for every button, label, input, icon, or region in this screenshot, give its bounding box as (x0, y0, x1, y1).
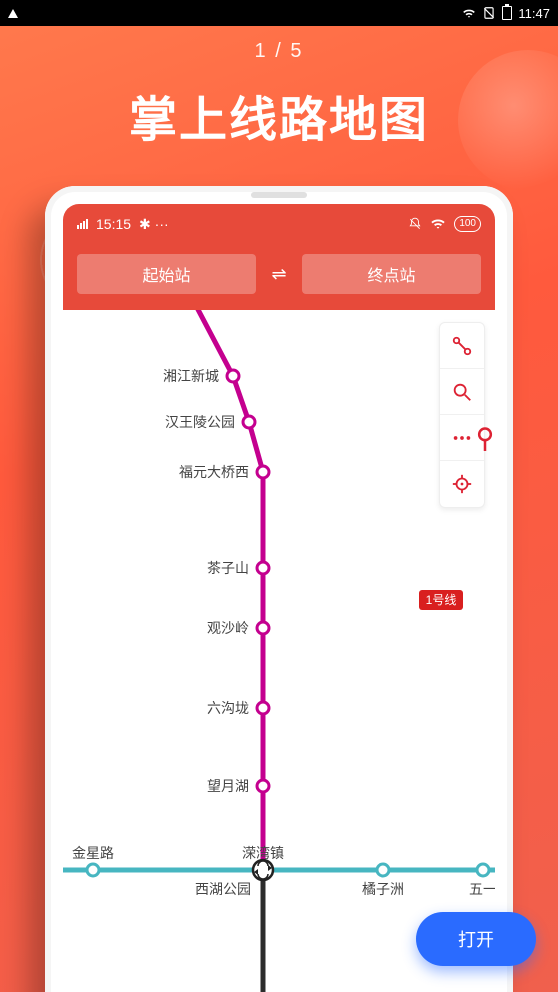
battery-level: 100 (454, 216, 481, 232)
status-extra: ✱ ··· (139, 216, 169, 233)
debug-icon (8, 9, 18, 18)
svg-text:金星路: 金星路 (72, 845, 114, 861)
station[interactable]: 汉王陵公园 (165, 414, 255, 430)
svg-text:望月湖: 望月湖 (207, 778, 249, 794)
station[interactable]: 福元大桥西 (179, 464, 269, 480)
wifi-icon (430, 218, 446, 230)
locate-tool[interactable] (440, 461, 484, 507)
station[interactable]: 茶子山 (207, 560, 269, 576)
start-station-button[interactable]: 起始站 (77, 254, 256, 294)
svg-text:观沙岭: 观沙岭 (207, 620, 249, 636)
location-pin-icon (475, 426, 495, 456)
station[interactable]: 望月湖 (207, 778, 269, 794)
line-badge[interactable]: 1号线 (419, 590, 463, 610)
mute-icon (408, 217, 422, 231)
app-promo-screen: 11:47 1 / 5 掌上线路地图 15:15 ✱ ··· 100 起始站 (0, 0, 558, 992)
svg-text:六沟垅: 六沟垅 (207, 700, 249, 716)
app-status-bar: 15:15 ✱ ··· 100 (63, 204, 495, 244)
end-station-button[interactable]: 终点站 (302, 254, 481, 294)
map-toolbox (439, 322, 485, 508)
speaker-notch (251, 192, 307, 198)
svg-text:湘江新城: 湘江新城 (163, 368, 219, 384)
station[interactable]: 六沟垅 (207, 700, 269, 716)
open-button[interactable]: 打开 (416, 912, 536, 966)
signal-icon (77, 219, 88, 229)
device-clock: 11:47 (518, 6, 550, 21)
svg-text:福元大桥西: 福元大桥西 (179, 464, 249, 480)
phone-mockup: 15:15 ✱ ··· 100 起始站 ⇌ 终点站 (45, 186, 513, 992)
svg-text:橘子洲: 橘子洲 (362, 881, 404, 897)
svg-text:茶子山: 茶子山 (207, 560, 249, 576)
page-indicator: 1 / 5 (0, 40, 558, 63)
metro-map[interactable]: 湘江新城 汉王陵公园 福元大桥西 茶子山 观沙岭 六沟垅 望月湖 金星路 (63, 310, 495, 992)
headline: 掌上线路地图 (0, 80, 558, 150)
svg-text:五一: 五一 (469, 881, 495, 897)
phone-screen: 15:15 ✱ ··· 100 起始站 ⇌ 终点站 (63, 204, 495, 992)
svg-text:西湖公园: 西湖公园 (195, 881, 251, 897)
svg-text:溁湾镇: 溁湾镇 (242, 845, 284, 861)
route-tool[interactable] (440, 323, 484, 369)
svg-text:汉王陵公园: 汉王陵公园 (165, 414, 235, 430)
route-search-bar: 起始站 ⇌ 终点站 (63, 244, 495, 310)
station[interactable]: 观沙岭 (207, 620, 269, 636)
swap-button[interactable]: ⇌ (266, 264, 292, 285)
route-icon (451, 335, 473, 357)
metro-svg: 湘江新城 汉王陵公园 福元大桥西 茶子山 观沙岭 六沟垅 望月湖 金星路 (63, 310, 495, 992)
more-icon (451, 427, 473, 449)
locate-icon (451, 473, 473, 495)
svg-text:1号线: 1号线 (426, 593, 457, 607)
battery-icon (502, 6, 512, 20)
search-icon (451, 381, 473, 403)
device-status-bar: 11:47 (0, 0, 558, 26)
no-sim-icon (482, 6, 496, 20)
app-clock: 15:15 (96, 216, 131, 232)
search-tool[interactable] (440, 369, 484, 415)
wifi-icon (462, 6, 476, 20)
